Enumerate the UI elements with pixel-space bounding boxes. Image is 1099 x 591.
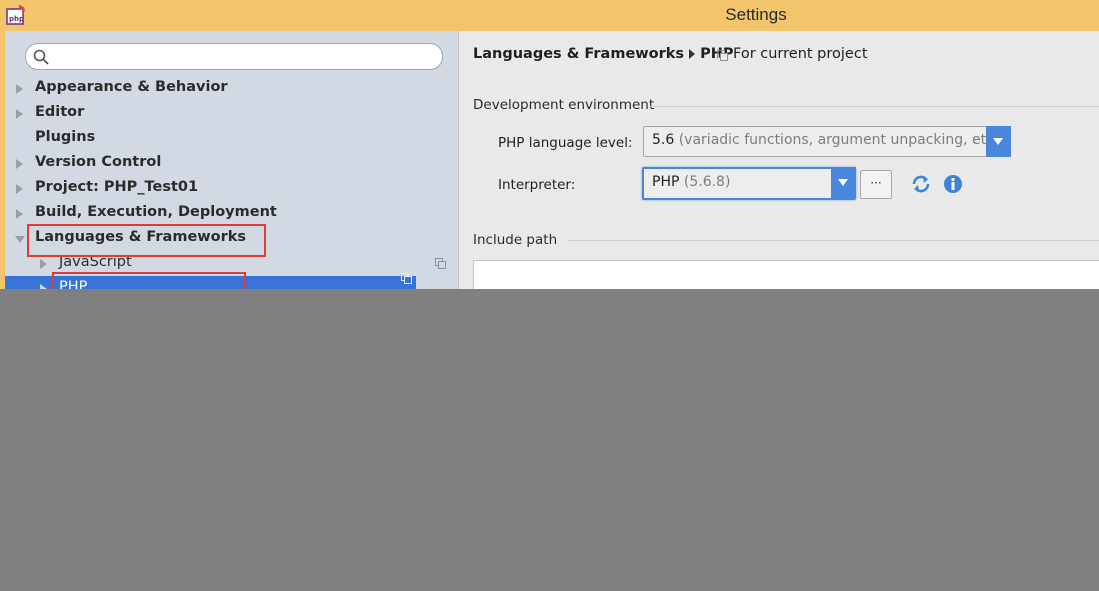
breadcrumb-separator-icon (689, 48, 696, 59)
section-title-development-environment: Development environment (473, 97, 655, 113)
project-scope-icon (401, 273, 412, 284)
include-path-list[interactable] (473, 260, 1099, 289)
php-language-level-select[interactable]: 5.6 (variadic functions, argument unpack… (643, 126, 1011, 157)
expand-arrow-icon[interactable] (16, 84, 23, 94)
collapse-arrow-icon[interactable] (15, 236, 25, 243)
settings-content-panel: Languages & Frameworks PHP For current pr… (458, 31, 1099, 289)
expand-arrow-icon[interactable] (40, 259, 47, 269)
sidebar-item-label: Project: PHP_Test01 (35, 179, 199, 195)
expand-arrow-icon[interactable] (16, 184, 23, 194)
interpreter-label: Interpreter: (498, 177, 576, 193)
highlight-box (27, 224, 266, 257)
sidebar-item-label: Plugins (35, 129, 96, 145)
chevron-down-icon[interactable] (986, 126, 1011, 157)
expand-arrow-icon[interactable] (16, 159, 23, 169)
sidebar-item-build-execution-deployment[interactable]: Build, Execution, Deployment (5, 201, 458, 226)
search-icon (33, 49, 49, 65)
settings-sidebar: Appearance & Behavior Editor Plugins Ver… (0, 31, 458, 289)
title-bar: php Settings (0, 0, 1099, 31)
sidebar-item-version-control[interactable]: Version Control (5, 151, 458, 176)
breadcrumb: Languages & Frameworks PHP (473, 46, 733, 62)
info-icon[interactable] (942, 173, 964, 195)
interpreter-value: PHP (5.6.8) (652, 174, 731, 190)
interpreter-select[interactable]: PHP (5.6.8) (642, 167, 856, 200)
project-scope-icon (717, 50, 728, 61)
browse-interpreters-button[interactable]: ··· (860, 170, 892, 199)
sidebar-item-label: Editor (35, 104, 85, 120)
sidebar-item-plugins[interactable]: Plugins (5, 126, 458, 151)
refresh-icon[interactable] (910, 173, 932, 195)
php-language-level-value: 5.6 (variadic functions, argument unpack… (652, 132, 1004, 148)
sidebar-item-editor[interactable]: Editor (5, 101, 458, 126)
window-title: Settings (725, 5, 787, 24)
sidebar-item-appearance-behavior[interactable]: Appearance & Behavior (5, 76, 458, 101)
search-input[interactable] (54, 46, 434, 67)
section-divider (649, 106, 1099, 107)
section-title-include-path: Include path (473, 232, 558, 248)
sidebar-item-label: Version Control (35, 154, 162, 170)
expand-arrow-icon[interactable] (40, 284, 47, 289)
sidebar-item-label: Appearance & Behavior (35, 79, 228, 95)
php-language-level-label: PHP language level: (498, 135, 633, 151)
project-scope-icon (435, 258, 446, 269)
scope-label: For current project (733, 46, 868, 62)
section-divider (567, 240, 1099, 241)
sidebar-item-label: Build, Execution, Deployment (35, 204, 277, 220)
chevron-down-icon[interactable] (831, 167, 856, 198)
expand-arrow-icon[interactable] (16, 209, 23, 219)
sidebar-item-project[interactable]: Project: PHP_Test01 (5, 176, 458, 201)
breadcrumb-parent: Languages & Frameworks (473, 46, 685, 62)
search-box[interactable] (25, 43, 443, 70)
highlight-box (52, 272, 246, 289)
expand-arrow-icon[interactable] (16, 109, 23, 119)
